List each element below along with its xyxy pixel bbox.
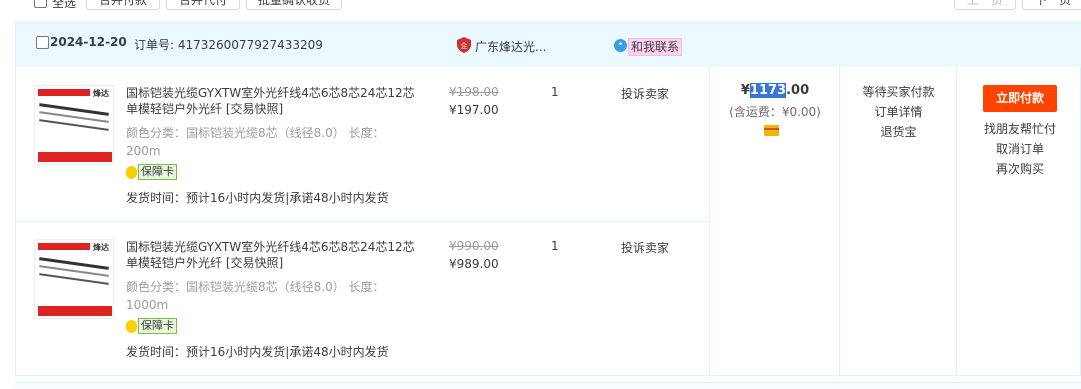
merge-pay-button[interactable]: 合并付款 [86,0,160,10]
product-spec: 颜色分类：国标铠装光缆8芯（线径8.0） 长度：1000m [126,280,385,312]
unit-price: ¥197.00 [449,103,499,117]
guarantee-badge[interactable]: 保障卡 [126,318,177,334]
selected-total-text[interactable]: 1173 [749,83,787,98]
select-all-checkbox[interactable] [34,0,47,8]
order-total-column: ¥1173.00 (含运费：¥0.00) [709,67,840,377]
shipping-time: 发货时间：预计16小时内发货|承诺48小时内发货 [126,345,389,359]
order-details-link[interactable]: 订单详情 [840,103,957,120]
shop-name-link[interactable]: 广东烽达光... [475,38,546,55]
complain-seller-link[interactable]: 投诉卖家 [621,239,669,256]
product-title-link[interactable]: 国标铠装光缆GYXTW室外光纤线4芯6芯8芯24芯12芯单模轻铠户外光纤 [交易… [126,85,426,117]
order-item: 烽达 国标铠装光缆GYXTW室外光纤线4芯6芯8芯24芯12芯单模轻铠户外光纤 … [16,67,709,222]
guarantee-badge[interactable]: 保障卡 [126,164,177,180]
quantity: 1 [551,239,559,253]
batch-toolbar: 全选 合并付款 合并代付 批量确认收货 上一页 下一页 [0,0,1081,14]
product-title-link[interactable]: 国标铠装光缆GYXTW室外光纤线4芯6芯8芯24芯12芯单模轻铠户外光纤 [交易… [126,239,426,271]
buy-again-link[interactable]: 再次购买 [957,160,1081,177]
product-thumbnail[interactable]: 烽达 [34,85,114,165]
order-header: 2024-12-20 订单号: 4173260077927433209 企 广东… [16,23,1081,67]
prev-page-button[interactable]: 上一页 [954,0,1016,10]
quantity: 1 [551,85,559,99]
pay-now-button[interactable]: 立即付款 [983,85,1057,112]
guarantee-icon [126,319,137,333]
guarantee-icon [126,165,137,179]
order-date: 2024-12-20 [50,35,127,49]
order-number: 订单号: 4173260077927433209 [134,38,323,52]
chat-icon[interactable]: • [614,39,627,52]
merge-proxy-pay-button[interactable]: 合并代付 [166,0,240,10]
status-awaiting-payment: 等待买家付款 [862,85,935,99]
order-item: 烽达 国标铠装光缆GYXTW室外光纤线4芯6芯8芯24芯12芯单模轻铠户外光纤 … [16,221,709,375]
order-actions-column: 立即付款 找朋友帮忙付 取消订单 再次购买 [956,67,1081,377]
complain-seller-link[interactable]: 投诉卖家 [621,85,669,102]
product-thumbnail[interactable]: 烽达 [34,239,114,319]
cancel-order-link[interactable]: 取消订单 [957,140,1081,157]
next-page-button[interactable]: 下一页 [1022,0,1081,10]
svg-text:企: 企 [461,41,468,50]
unit-price: ¥989.00 [449,257,499,271]
contact-seller-link[interactable]: 和我联系 [628,38,683,56]
ask-friend-pay-link[interactable]: 找朋友帮忙付 [957,120,1081,137]
shop-shield-icon: 企 [457,37,471,53]
order-status-column: 等待买家付款 订单详情 退货宝 [839,67,957,377]
product-spec: 颜色分类：国标铠装光缆8芯（线径8.0） 长度：200m [126,126,385,158]
select-all-label[interactable]: 全选 [52,0,76,11]
freight-note: (含运费：¥0.00) [729,105,821,119]
batch-confirm-receipt-button[interactable]: 批量确认收货 [246,0,342,10]
original-price: ¥990.00 [449,239,499,253]
order-card: 2024-12-20 订单号: 4173260077927433209 企 广东… [15,22,1081,377]
shipping-time: 发货时间：预计16小时内发货|承诺48小时内发货 [126,191,389,205]
original-price: ¥198.00 [449,85,499,99]
order-body: 烽达 国标铠装光缆GYXTW室外光纤线4芯6芯8芯24芯12芯单模轻铠户外光纤 … [16,67,1081,377]
order-total[interactable]: ¥1173.00 [710,83,840,98]
order-checkbox[interactable] [36,36,49,49]
credit-card-icon [764,125,779,136]
return-insurance-link[interactable]: 退货宝 [840,123,957,140]
